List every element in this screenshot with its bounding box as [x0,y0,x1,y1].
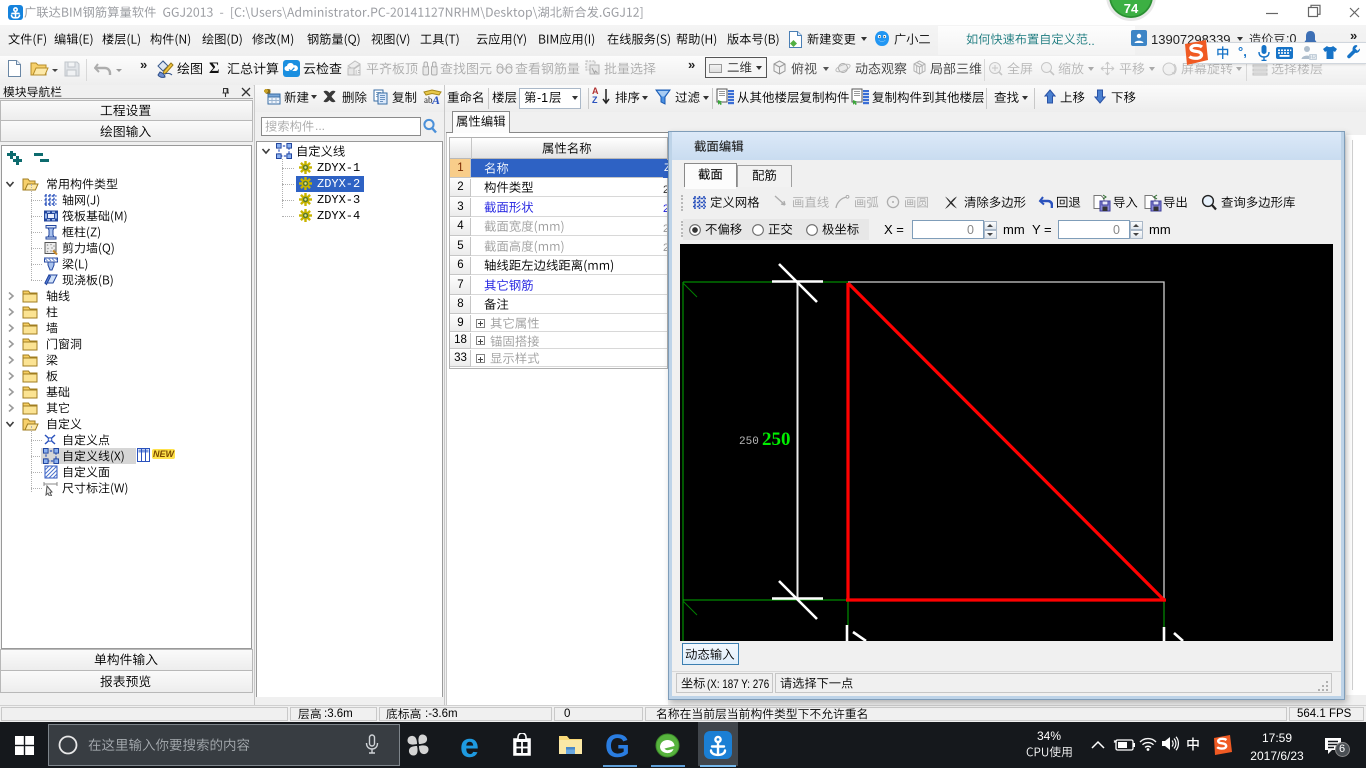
svg-text:15: 15 [1310,55,1316,61]
svg-text:A: A [431,93,440,105]
